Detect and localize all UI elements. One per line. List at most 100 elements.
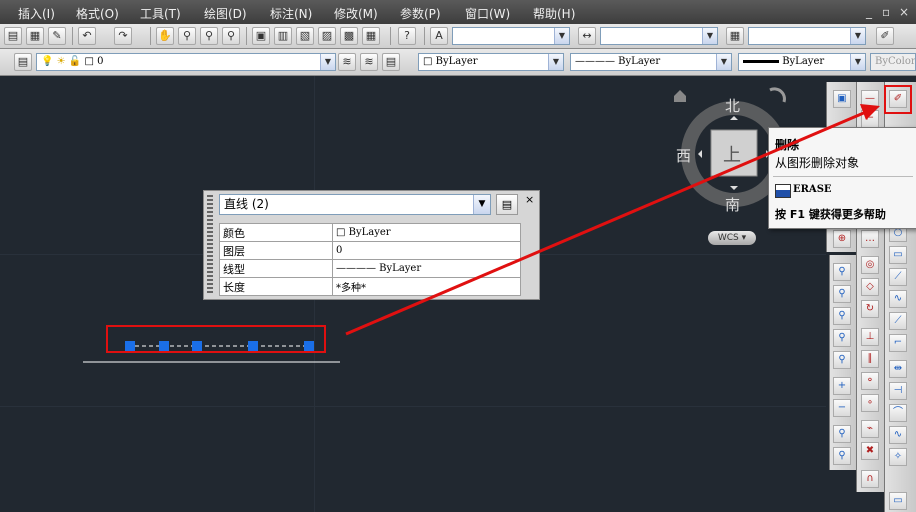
property-value[interactable]: *多种*	[332, 277, 521, 296]
plot-style-select[interactable]: ByColor	[870, 53, 916, 71]
close-icon[interactable]: ×	[525, 193, 534, 206]
color-select[interactable]: □ ByLayer ▼	[418, 53, 564, 71]
layer-manager-icon[interactable]: ▤	[14, 53, 32, 71]
zoom-out-icon[interactable]: −	[833, 399, 851, 417]
blend-icon[interactable]: ∿	[889, 426, 907, 444]
layer-select[interactable]: 💡 ☀ 🔓 □ 0 ▼	[36, 53, 336, 71]
rectangle-icon[interactable]: ▭	[889, 246, 907, 264]
paste-icon[interactable]: ▤	[4, 27, 22, 45]
zoom-in-icon[interactable]: +	[833, 377, 851, 395]
line-icon[interactable]: —	[861, 90, 879, 108]
toolbar-separator	[150, 27, 151, 45]
multileader-style-icon[interactable]: ✐	[876, 27, 894, 45]
array-icon[interactable]: ⚬	[861, 372, 879, 390]
markup-icon[interactable]: ▩	[340, 27, 358, 45]
menu-window[interactable]: 窗口(W)	[465, 5, 510, 22]
dim-style-select[interactable]: ▼	[600, 27, 718, 45]
chevron-down-icon: ▼	[850, 28, 865, 44]
lineweight-select[interactable]: ByLayer ▼	[738, 53, 866, 71]
polyline-icon[interactable]: ⟋	[889, 268, 907, 286]
point-icon[interactable]: ∘	[861, 394, 879, 412]
circle-target-icon[interactable]: ◎	[861, 256, 879, 274]
restore-button[interactable]: ▫	[882, 5, 890, 19]
arrow-left-icon[interactable]	[698, 150, 702, 158]
layer-previous-icon[interactable]: ≋	[360, 53, 378, 71]
property-value[interactable]: ———— ByLayer	[332, 259, 521, 278]
leader-icon[interactable]: ⌐	[889, 334, 907, 352]
drag-handle[interactable]	[207, 195, 213, 295]
explode-icon[interactable]: ✧	[889, 448, 907, 466]
zoom-object-icon[interactable]: ⚲	[833, 351, 851, 369]
magnet-icon[interactable]: ∩	[861, 470, 879, 488]
menu-format[interactable]: 格式(O)	[76, 5, 119, 22]
tooltip-title: 删除	[775, 138, 800, 152]
dim-style-icon[interactable]: ↔	[578, 27, 596, 45]
customize-icon[interactable]: ▤	[496, 194, 518, 215]
match-properties-icon[interactable]: ▦	[26, 27, 44, 45]
object-type-select[interactable]: 直线 (2) ▼	[219, 194, 491, 215]
fillet-icon[interactable]: ⌒	[889, 404, 907, 422]
trim-icon[interactable]: ⊥	[861, 328, 879, 346]
calculator-icon[interactable]: ▦	[362, 27, 380, 45]
help-icon[interactable]: ?	[398, 27, 416, 45]
menu-dimension[interactable]: 标注(N)	[270, 5, 312, 22]
construction-line-icon[interactable]: ⌐	[861, 110, 879, 128]
offset-icon[interactable]: ∥	[861, 350, 879, 368]
zoom-all-icon[interactable]: ⚲	[833, 425, 851, 443]
erase-grips-icon[interactable]: ✖	[861, 442, 879, 460]
break-icon[interactable]: ⌁	[861, 420, 879, 438]
menu-tools[interactable]: 工具(T)	[140, 5, 181, 22]
menu-insert[interactable]: 插入(I)	[18, 5, 55, 22]
redo-icon[interactable]: ↷	[114, 27, 132, 45]
design-center-icon[interactable]: ▥	[274, 27, 292, 45]
wcs-menu-button[interactable]: WCS ▾	[708, 231, 756, 245]
table-row[interactable]: 长度 *多种*	[219, 277, 521, 296]
align-icon[interactable]: ⊣	[889, 382, 907, 400]
arrow-up-icon[interactable]	[730, 116, 738, 120]
close-button[interactable]: ×	[899, 5, 909, 19]
arrow-down-icon[interactable]	[730, 186, 738, 190]
zoom-dynamic-icon[interactable]: ⚲	[833, 285, 851, 303]
dotted-line-icon[interactable]: …	[861, 230, 879, 248]
menu-modify[interactable]: 修改(M)	[334, 5, 378, 22]
properties-icon[interactable]: ▣	[252, 27, 270, 45]
menu-help[interactable]: 帮助(H)	[533, 5, 575, 22]
zoom-extents-icon[interactable]: ⚲	[833, 447, 851, 465]
ucs-icon[interactable]: ⊕	[833, 230, 851, 248]
table-row[interactable]: 图层 0	[219, 241, 521, 260]
rotate-object-icon[interactable]: ↻	[861, 300, 879, 318]
property-value[interactable]: 0	[332, 241, 521, 260]
zoom-center-icon[interactable]: ⚲	[833, 329, 851, 347]
xline-icon[interactable]: ⟋	[889, 312, 907, 330]
property-value[interactable]: □ ByLayer	[332, 223, 521, 242]
zoom-window-icon[interactable]: ⚲	[833, 263, 851, 281]
minimize-button[interactable]: _	[866, 5, 872, 19]
text-style-select[interactable]: ▼	[452, 27, 570, 45]
sheet-set-icon[interactable]: ▨	[318, 27, 336, 45]
make-current-layer-icon[interactable]: ≋	[338, 53, 356, 71]
text-style-icon[interactable]: A	[430, 27, 448, 45]
zoom-realtime-icon[interactable]: ⚲	[178, 27, 196, 45]
zoom-window-icon[interactable]: ⚲	[200, 27, 218, 45]
zoom-scale-icon[interactable]: ⚲	[833, 307, 851, 325]
home-icon[interactable]	[674, 90, 686, 102]
menu-parametric[interactable]: 参数(P)	[400, 5, 441, 22]
copy-icon[interactable]: ◇	[861, 278, 879, 296]
zoom-previous-icon[interactable]: ⚲	[222, 27, 240, 45]
brush-icon[interactable]: ✎	[48, 27, 66, 45]
tool-palettes-icon[interactable]: ▧	[296, 27, 314, 45]
more-icon[interactable]: ▭	[889, 492, 907, 510]
menu-draw[interactable]: 绘图(D)	[204, 5, 247, 22]
table-style-icon[interactable]: ▦	[726, 27, 744, 45]
view-cube-toggle-icon[interactable]: ▣	[833, 90, 851, 108]
pan-icon[interactable]: ✋	[156, 27, 174, 45]
linetype-select[interactable]: ———— ByLayer ▼	[570, 53, 732, 71]
rotate-icon[interactable]	[769, 87, 786, 103]
layer-states-icon[interactable]: ▤	[382, 53, 400, 71]
table-style-select[interactable]: ▼	[748, 27, 866, 45]
undo-icon[interactable]: ↶	[78, 27, 96, 45]
table-row[interactable]: 颜色 □ ByLayer	[219, 223, 521, 242]
table-row[interactable]: 线型 ———— ByLayer	[219, 259, 521, 278]
spline-icon[interactable]: ∿	[889, 290, 907, 308]
dimension-icon[interactable]: ⇹	[889, 360, 907, 378]
